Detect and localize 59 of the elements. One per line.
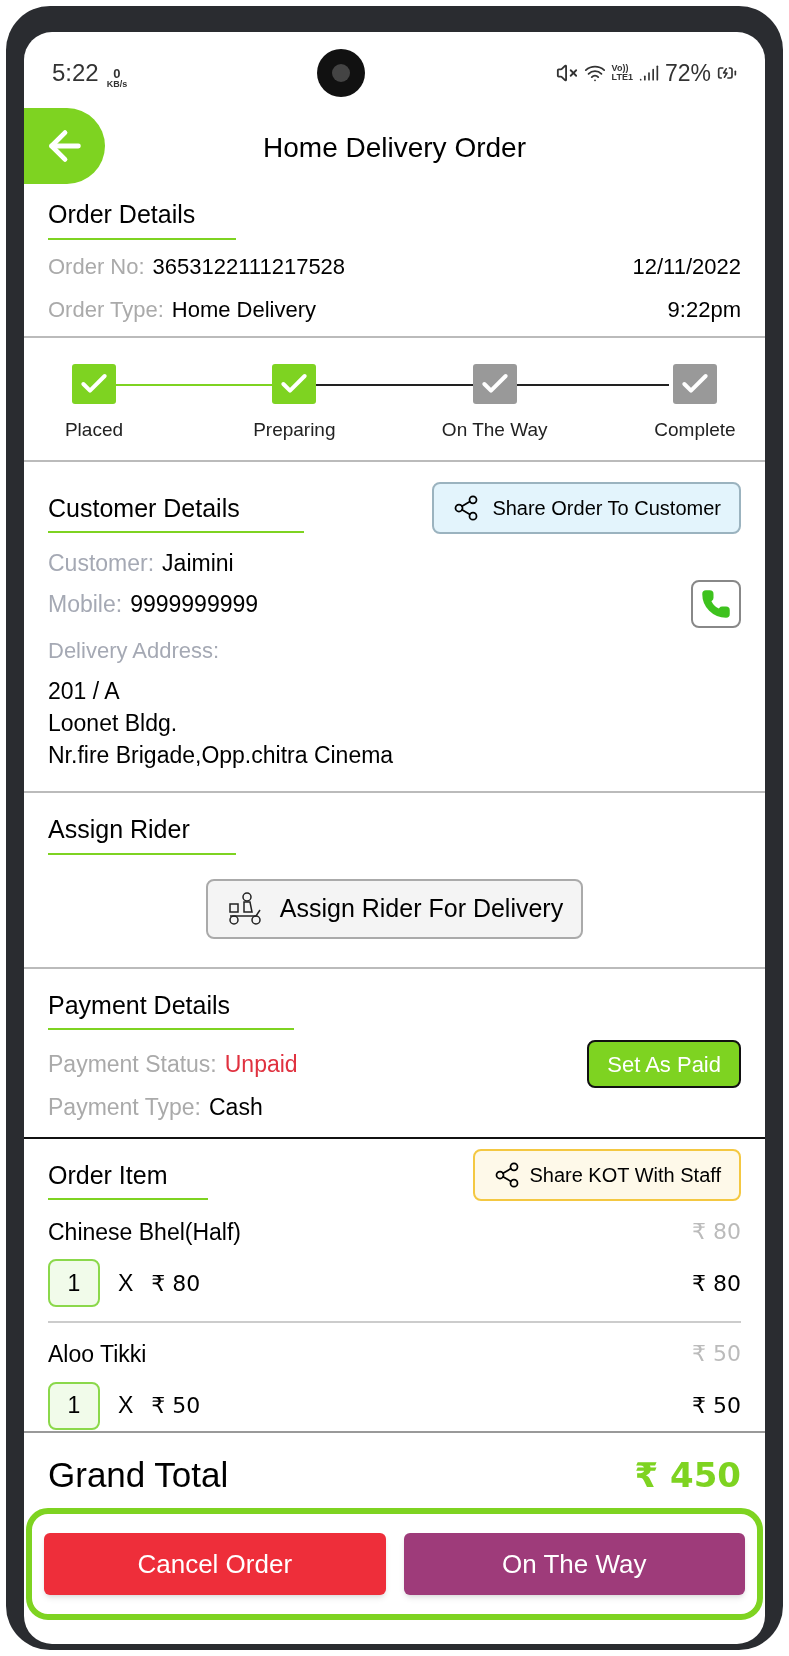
phone-icon bbox=[701, 589, 731, 619]
section-heading: Customer Details bbox=[48, 493, 240, 522]
back-button[interactable] bbox=[24, 108, 105, 184]
field-label: Customer: bbox=[48, 548, 155, 578]
item-total: ₹ 80 bbox=[692, 1269, 741, 1298]
share-order-button[interactable]: Share Order To Customer bbox=[432, 481, 741, 534]
field-label: Mobile: bbox=[48, 589, 123, 619]
item-price: ₹ 80 bbox=[151, 1269, 201, 1298]
battery-percent: 72% bbox=[664, 58, 711, 88]
assign-rider-button[interactable]: Assign Rider For Delivery bbox=[205, 878, 584, 939]
address-line: Nr.fire Brigade,Opp.chitra Cinema bbox=[48, 741, 395, 770]
step-label: Complete bbox=[654, 417, 736, 442]
status-time: 5:22 bbox=[52, 58, 99, 88]
item-name: Aloo Tikki bbox=[48, 1340, 147, 1369]
section-heading: Order Details bbox=[48, 200, 196, 228]
item-unit-price: ₹ 50 bbox=[692, 1340, 741, 1368]
address-line: Loonet Bldg. bbox=[48, 709, 179, 738]
section-heading: Order Item bbox=[48, 1160, 168, 1189]
item-name: Chinese Bhel(Half) bbox=[48, 1217, 242, 1247]
item-total: ₹ 50 bbox=[692, 1392, 741, 1420]
grand-total-label: Grand Total bbox=[48, 1454, 229, 1495]
signal-icon bbox=[638, 63, 659, 83]
item-unit-price: ₹ 80 bbox=[692, 1217, 741, 1246]
step-label: On The Way bbox=[441, 417, 548, 442]
payment-status: Unpaid bbox=[224, 1049, 298, 1079]
field-label: Order No: bbox=[48, 252, 145, 281]
field-label: Delivery Address: bbox=[48, 637, 221, 665]
section-heading: Payment Details bbox=[48, 990, 231, 1019]
field-value: Cash bbox=[209, 1093, 263, 1122]
multiply-sign: X bbox=[118, 1268, 134, 1298]
quantity-box: 1 bbox=[48, 1381, 100, 1430]
camera-icon bbox=[317, 49, 366, 97]
section-heading: Assign Rider bbox=[48, 815, 190, 843]
network-label: Vo)) bbox=[611, 64, 629, 73]
multiply-sign: X bbox=[118, 1391, 134, 1421]
field-label: Payment Type: bbox=[48, 1093, 201, 1122]
page-title: Home Delivery Order bbox=[263, 131, 526, 165]
mute-icon bbox=[555, 62, 578, 84]
field-value: 12/11/2022 bbox=[632, 252, 741, 281]
net-speed-unit: KB/s bbox=[106, 80, 128, 89]
field-value: Home Delivery bbox=[171, 295, 317, 324]
step-label: Placed bbox=[64, 417, 124, 442]
field-label: Order Type: bbox=[48, 295, 164, 324]
field-value: 3653122111217528 bbox=[152, 252, 346, 281]
call-button[interactable] bbox=[691, 580, 741, 628]
share-kot-button[interactable]: Share KOT With Staff bbox=[473, 1148, 741, 1201]
action-button[interactable]: Cancel Order bbox=[44, 1533, 386, 1595]
grand-total-value: ₹ 450 bbox=[634, 1454, 741, 1495]
field-value: Jaimini bbox=[162, 548, 234, 578]
field-value: 9999999999 bbox=[130, 589, 259, 619]
item-price: ₹ 50 bbox=[151, 1392, 201, 1420]
field-label: Payment Status: bbox=[48, 1049, 217, 1079]
net-speed: 0 bbox=[113, 67, 121, 80]
step-label: Preparing bbox=[253, 417, 336, 442]
field-value: 9:22pm bbox=[667, 295, 741, 324]
network-label: LTE1 bbox=[611, 73, 633, 82]
quantity-box: 1 bbox=[48, 1259, 100, 1307]
action-button[interactable]: On The Way bbox=[403, 1533, 745, 1595]
address-line: 201 / A bbox=[48, 677, 121, 706]
